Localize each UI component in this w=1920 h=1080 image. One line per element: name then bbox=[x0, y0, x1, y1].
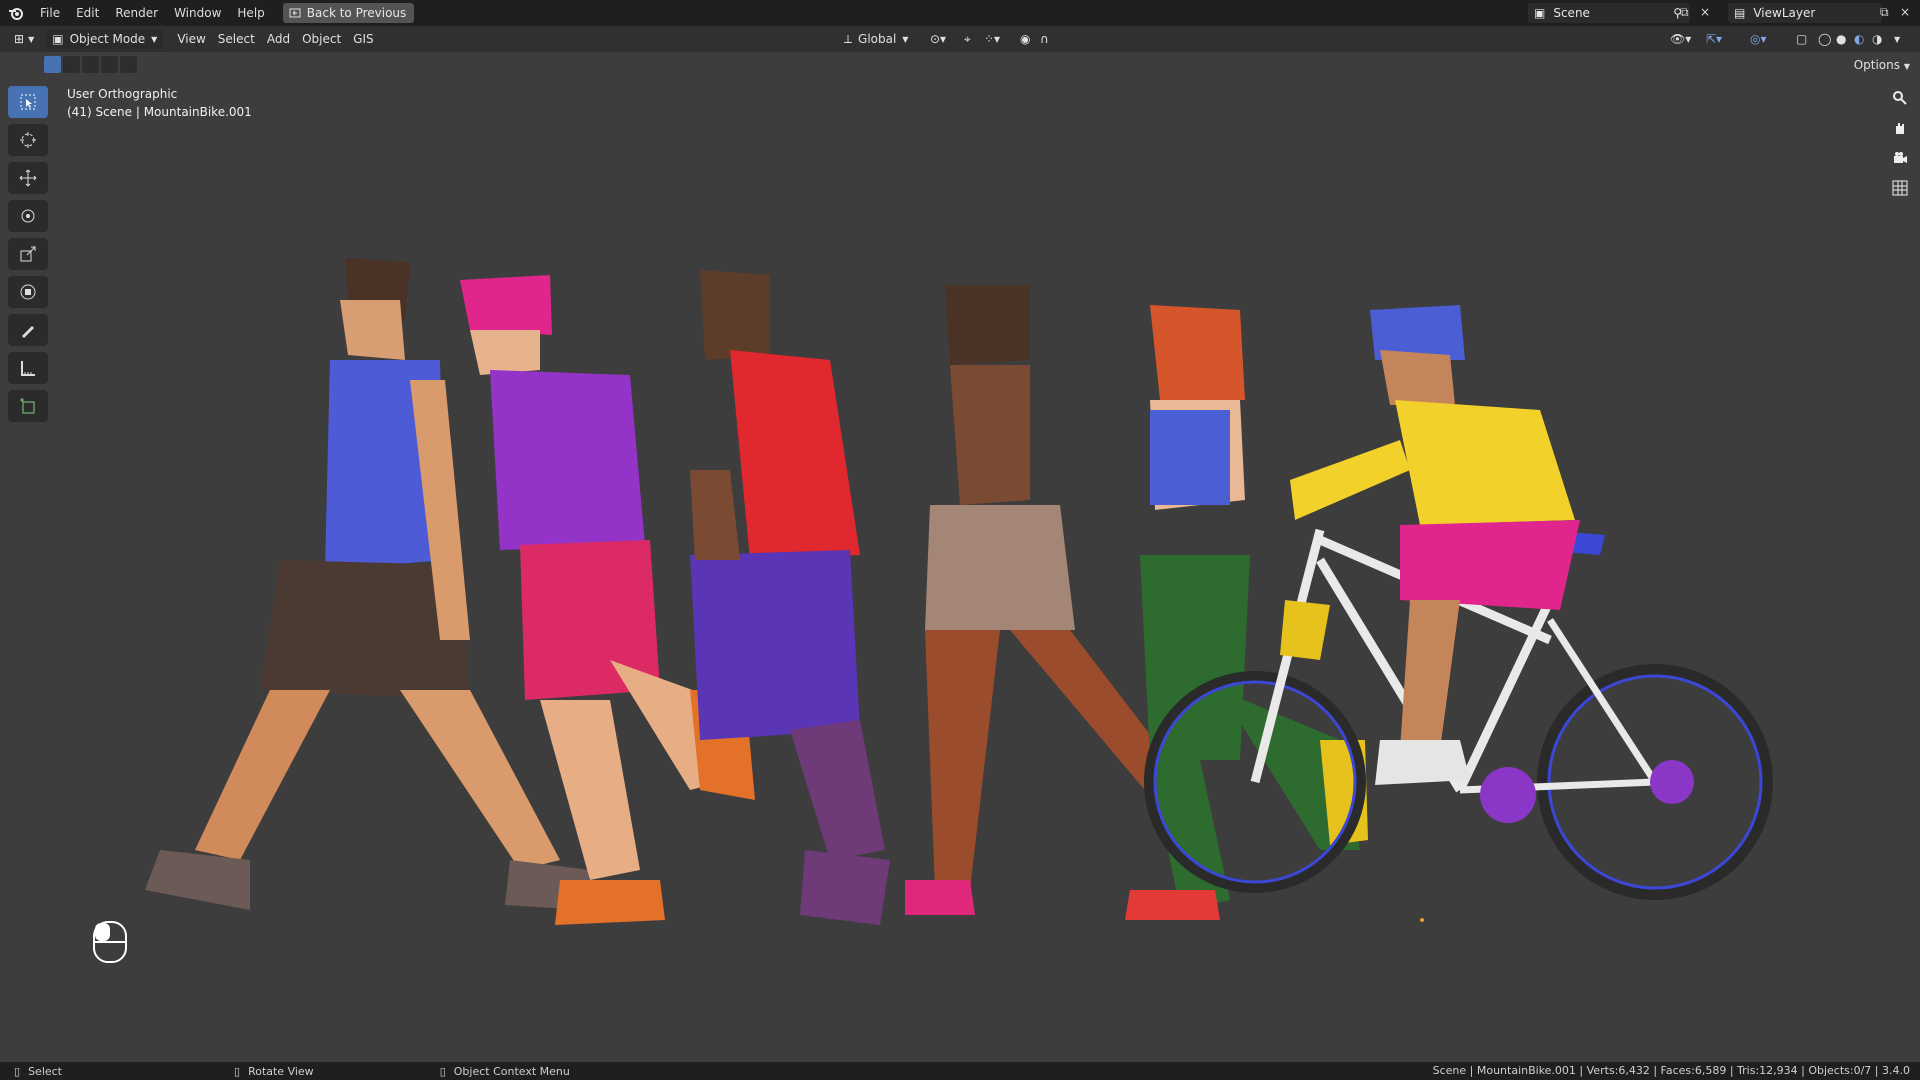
menu-render[interactable]: Render bbox=[107, 2, 166, 24]
select-mode-group bbox=[44, 56, 137, 73]
mode-label: Object Mode bbox=[69, 32, 146, 46]
runner-red-figure bbox=[690, 270, 890, 925]
chevron-down-icon: ▼ bbox=[151, 34, 158, 44]
chevron-down-icon: ▼ bbox=[902, 34, 909, 44]
status-select-label: Select bbox=[28, 1064, 62, 1078]
move-arrows-icon bbox=[19, 169, 37, 187]
back-icon bbox=[289, 8, 301, 18]
grid-view-icon[interactable] bbox=[1890, 178, 1910, 198]
cube-add-icon bbox=[20, 398, 35, 414]
measure-tool[interactable] bbox=[8, 352, 48, 384]
select-new-icon[interactable] bbox=[44, 56, 61, 73]
object-info: (41) Scene | MountainBike.001 bbox=[67, 105, 252, 119]
menu-object[interactable]: Object bbox=[296, 29, 347, 49]
scene-name: Scene bbox=[1553, 6, 1590, 20]
chevron-down-icon: ▼ bbox=[28, 34, 35, 44]
menu-add[interactable]: Add bbox=[261, 29, 296, 49]
zoom-icon[interactable] bbox=[1890, 88, 1910, 108]
transform-icon bbox=[20, 284, 36, 300]
menu-help[interactable]: Help bbox=[229, 2, 272, 24]
pencil-icon bbox=[22, 326, 34, 338]
cursor-arrow-icon bbox=[20, 94, 36, 110]
status-context-label: Object Context Menu bbox=[453, 1064, 570, 1078]
rendered-shading-icon[interactable]: ◑ bbox=[1866, 29, 1888, 49]
navigation-gizmos bbox=[1890, 88, 1910, 198]
select-invert-icon[interactable] bbox=[101, 56, 118, 73]
select-extend-icon[interactable] bbox=[63, 56, 80, 73]
editor-type-icon: ⊞ bbox=[14, 32, 25, 46]
status-select-hint: ▯ Select bbox=[14, 1065, 62, 1078]
scale-tool[interactable] bbox=[8, 238, 48, 270]
viewport-header: ⊞ ▼ ▣ Object Mode ▼ View Select Add Obje… bbox=[0, 26, 1920, 52]
shading-options-icon[interactable]: ▼ bbox=[1888, 29, 1906, 49]
menu-view[interactable]: View bbox=[171, 29, 211, 49]
blender-logo-icon[interactable] bbox=[8, 5, 24, 21]
mouse-right-icon: ▯ bbox=[439, 1064, 446, 1078]
annotate-tool[interactable] bbox=[8, 314, 48, 346]
rotate-icon bbox=[21, 209, 35, 223]
falloff-icon[interactable]: ∩ bbox=[1034, 29, 1055, 49]
scale-icon bbox=[20, 246, 36, 262]
menu-edit[interactable]: Edit bbox=[68, 2, 107, 24]
status-context-hint: ▯ Object Context Menu bbox=[440, 1065, 570, 1078]
move-tool[interactable] bbox=[8, 162, 48, 194]
ruler-icon bbox=[21, 361, 35, 376]
view-layer-selector[interactable]: ▤ ViewLayer bbox=[1728, 3, 1882, 23]
top-menu-bar: File Edit Render Window Help Back to Pre… bbox=[0, 0, 1920, 26]
new-view-layer-icon[interactable]: ⧉ bbox=[1880, 5, 1889, 20]
pivot-point-icon[interactable]: ⊙▾ bbox=[924, 29, 952, 49]
mouse-icon bbox=[93, 921, 127, 963]
snap-icon[interactable]: ⌖ bbox=[958, 29, 977, 49]
tool-shelf bbox=[8, 86, 48, 422]
rotate-tool[interactable] bbox=[8, 200, 48, 232]
pan-hand-icon[interactable] bbox=[1890, 118, 1910, 138]
view-layer-name: ViewLayer bbox=[1753, 6, 1816, 20]
scene-render bbox=[145, 258, 1773, 925]
select-intersect-icon[interactable] bbox=[120, 56, 137, 73]
back-to-previous-label: Back to Previous bbox=[306, 6, 407, 20]
delete-scene-icon[interactable]: × bbox=[1700, 5, 1710, 19]
overlays-icon[interactable]: ◎▾ bbox=[1744, 29, 1773, 49]
options-dropdown[interactable]: Options ▼ bbox=[1854, 58, 1910, 72]
options-label: Options bbox=[1853, 58, 1901, 72]
status-bar: ▯ Select ▯ Rotate View ▯ Object Context … bbox=[0, 1062, 1920, 1080]
delete-view-layer-icon[interactable]: × bbox=[1900, 5, 1910, 19]
transform-tool[interactable] bbox=[8, 276, 48, 308]
select-subtract-icon[interactable] bbox=[82, 56, 99, 73]
visibility-icon[interactable]: 👁▾ bbox=[1664, 29, 1697, 49]
editor-type-dropdown[interactable]: ⊞ ▼ bbox=[8, 29, 40, 49]
add-cube-tool[interactable] bbox=[8, 390, 48, 422]
status-rotate-hint: ▯ Rotate View bbox=[234, 1065, 314, 1078]
camera-icon[interactable] bbox=[1890, 148, 1910, 168]
menu-window[interactable]: Window bbox=[166, 2, 229, 24]
3d-viewport[interactable] bbox=[0, 52, 1920, 1062]
chevron-down-icon: ▼ bbox=[1903, 62, 1910, 71]
scene-selector[interactable]: ▣ Scene ⚲ bbox=[1528, 3, 1690, 23]
menu-select[interactable]: Select bbox=[212, 29, 261, 49]
gizmo-icon[interactable]: ⇱▾ bbox=[1700, 29, 1728, 49]
status-rotate-label: Rotate View bbox=[248, 1064, 314, 1078]
orientation-icon: ⟂ bbox=[844, 31, 853, 46]
xray-icon[interactable]: ▢ bbox=[1790, 29, 1813, 49]
mouse-left-icon: ▯ bbox=[14, 1064, 21, 1078]
transform-orientation-dropdown[interactable]: ⟂ Global ▼ bbox=[838, 29, 914, 49]
mouse-middle-icon: ▯ bbox=[234, 1064, 241, 1078]
back-to-previous-button[interactable]: Back to Previous bbox=[282, 3, 415, 23]
view-name: User Orthographic bbox=[67, 87, 178, 101]
scene-icon: ▣ bbox=[1534, 6, 1546, 20]
menu-file[interactable]: File bbox=[32, 2, 68, 24]
mode-dropdown[interactable]: ▣ Object Mode ▼ bbox=[46, 29, 164, 49]
snap-target-icon[interactable]: ⁘▾ bbox=[978, 29, 1006, 49]
orientation-label: Global bbox=[858, 32, 897, 46]
scene-statistics: Scene | MountainBike.001 | Verts:6,432 |… bbox=[1432, 1064, 1910, 1077]
crosshair-icon bbox=[20, 132, 36, 148]
object-mode-icon: ▣ bbox=[52, 32, 64, 46]
select-box-tool[interactable] bbox=[8, 86, 48, 118]
origin-point bbox=[1420, 918, 1424, 922]
cursor-tool[interactable] bbox=[8, 124, 48, 156]
menu-gis[interactable]: GIS bbox=[347, 29, 379, 49]
view-layer-icon: ▤ bbox=[1734, 6, 1746, 20]
new-scene-icon[interactable]: ⧉ bbox=[1680, 5, 1689, 20]
